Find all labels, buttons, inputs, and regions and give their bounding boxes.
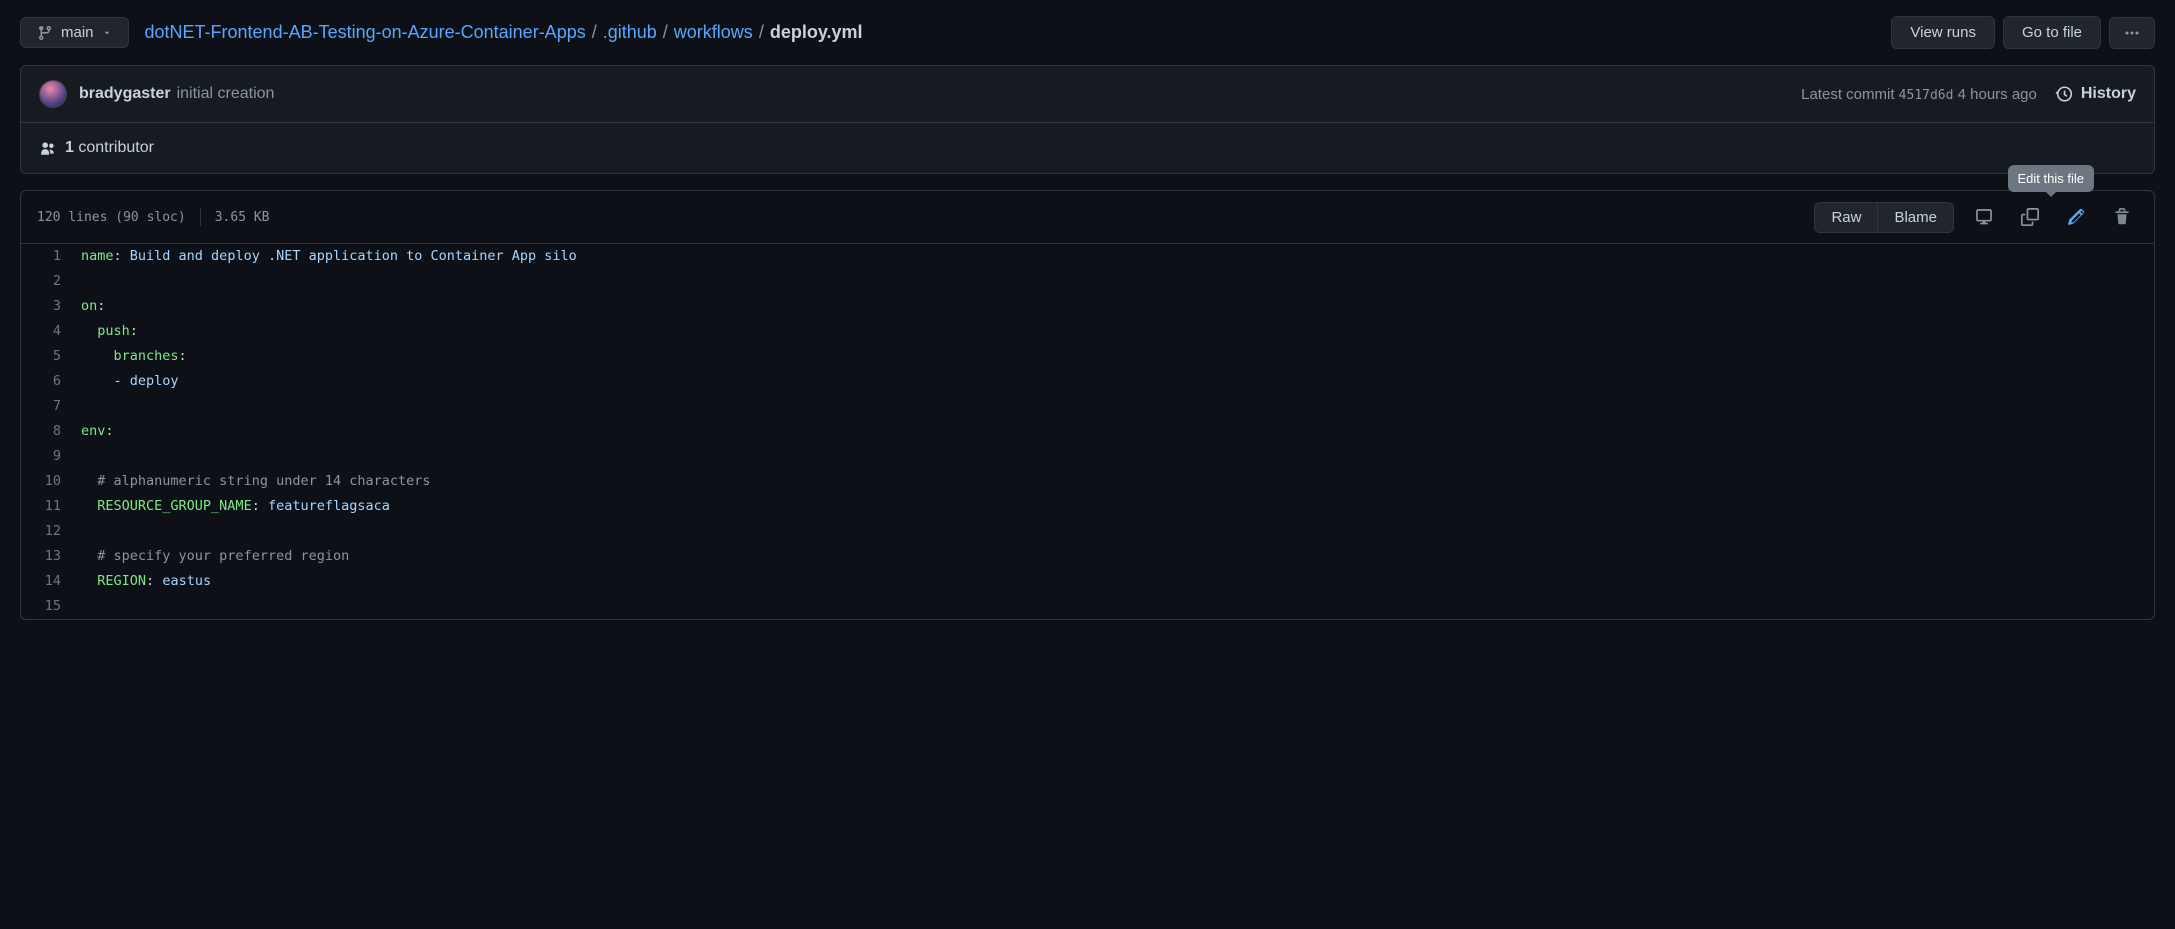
line-content[interactable]: push: xyxy=(81,319,138,344)
file-header-row: main dotNET-Frontend-AB-Testing-on-Azure… xyxy=(20,0,2155,65)
edit-button[interactable] xyxy=(2060,201,2092,233)
edit-tooltip: Edit this file xyxy=(2008,165,2094,192)
code-line: 7 xyxy=(21,394,2154,419)
file-box: 120 lines (90 sloc) 3.65 KB Raw Blame Ed… xyxy=(20,190,2155,620)
divider xyxy=(200,208,201,226)
commit-header: bradygaster initial creation Latest comm… xyxy=(21,66,2154,123)
breadcrumb-path1[interactable]: .github xyxy=(603,22,657,43)
more-options-button[interactable] xyxy=(2109,17,2155,49)
breadcrumb-sep: / xyxy=(663,22,668,43)
breadcrumb-repo[interactable]: dotNET-Frontend-AB-Testing-on-Azure-Cont… xyxy=(145,22,586,43)
history-label: History xyxy=(2081,85,2136,103)
code-line: 12 xyxy=(21,519,2154,544)
line-number[interactable]: 5 xyxy=(21,344,81,369)
breadcrumb-sep: / xyxy=(759,22,764,43)
code-line: 5 branches: xyxy=(21,344,2154,369)
code-line: 15 xyxy=(21,594,2154,619)
caret-down-icon xyxy=(102,28,112,38)
file-toolbar: 120 lines (90 sloc) 3.65 KB Raw Blame Ed… xyxy=(21,191,2154,244)
history-link[interactable]: History xyxy=(2055,85,2136,103)
line-number[interactable]: 9 xyxy=(21,444,81,469)
history-icon xyxy=(2055,85,2073,103)
kebab-icon xyxy=(2124,25,2140,41)
code-line: 2 xyxy=(21,269,2154,294)
copy-button[interactable] xyxy=(2014,201,2046,233)
raw-blame-group: Raw Blame xyxy=(1814,202,1954,233)
commit-time: 4 hours ago xyxy=(1958,86,2037,103)
trash-icon xyxy=(2113,208,2131,226)
branch-icon xyxy=(37,25,53,41)
code-line: 6 - deploy xyxy=(21,369,2154,394)
line-number[interactable]: 4 xyxy=(21,319,81,344)
branch-selector[interactable]: main xyxy=(20,17,129,48)
line-number[interactable]: 13 xyxy=(21,544,81,569)
contributors-row: 1 contributor xyxy=(21,123,2154,173)
line-number[interactable]: 10 xyxy=(21,469,81,494)
line-content[interactable]: env: xyxy=(81,419,114,444)
commit-box: bradygaster initial creation Latest comm… xyxy=(20,65,2155,174)
contributor-label: contributor xyxy=(78,139,154,156)
raw-button[interactable]: Raw xyxy=(1815,203,1878,232)
line-content[interactable]: branches: xyxy=(81,344,187,369)
line-number[interactable]: 6 xyxy=(21,369,81,394)
code-line: 14 REGION: eastus xyxy=(21,569,2154,594)
go-to-file-button[interactable]: Go to file xyxy=(2003,16,2101,49)
line-content[interactable]: RESOURCE_GROUP_NAME: featureflagsaca xyxy=(81,494,390,519)
code-line: 8env: xyxy=(21,419,2154,444)
line-number[interactable]: 12 xyxy=(21,519,81,544)
line-content[interactable]: name: Build and deploy .NET application … xyxy=(81,244,577,269)
commit-author[interactable]: bradygaster xyxy=(79,85,171,103)
code-line: 10 # alphanumeric string under 14 charac… xyxy=(21,469,2154,494)
line-number[interactable]: 15 xyxy=(21,594,81,619)
commit-meta: Latest commit 4517d6d 4 hours ago xyxy=(1801,86,2037,103)
desktop-button[interactable] xyxy=(1968,201,2000,233)
breadcrumb-current: deploy.yml xyxy=(770,22,863,43)
blame-button[interactable]: Blame xyxy=(1878,203,1953,232)
line-content[interactable]: on: xyxy=(81,294,105,319)
breadcrumb-sep: / xyxy=(592,22,597,43)
line-number[interactable]: 1 xyxy=(21,244,81,269)
file-info: 120 lines (90 sloc) 3.65 KB xyxy=(37,208,270,226)
desktop-icon xyxy=(1975,208,1993,226)
line-number[interactable]: 8 xyxy=(21,419,81,444)
line-content[interactable]: - deploy xyxy=(81,369,179,394)
pencil-icon xyxy=(2067,208,2085,226)
breadcrumb-path2[interactable]: workflows xyxy=(674,22,753,43)
code-line: 11 RESOURCE_GROUP_NAME: featureflagsaca xyxy=(21,494,2154,519)
commit-message[interactable]: initial creation xyxy=(177,85,275,103)
branch-name: main xyxy=(61,24,94,41)
people-icon xyxy=(39,139,57,157)
code-line: 4 push: xyxy=(21,319,2154,344)
line-content[interactable]: # alphanumeric string under 14 character… xyxy=(81,469,431,494)
commit-hash[interactable]: 4517d6d xyxy=(1899,88,1954,103)
line-content[interactable]: REGION: eastus xyxy=(81,569,211,594)
latest-commit-label: Latest commit xyxy=(1801,86,1894,103)
code-line: 3on: xyxy=(21,294,2154,319)
code-line: 9 xyxy=(21,444,2154,469)
copy-icon xyxy=(2021,208,2039,226)
code-line: 13 # specify your preferred region xyxy=(21,544,2154,569)
line-number[interactable]: 7 xyxy=(21,394,81,419)
line-number[interactable]: 3 xyxy=(21,294,81,319)
contributor-count: 1 xyxy=(65,139,74,156)
breadcrumb: dotNET-Frontend-AB-Testing-on-Azure-Cont… xyxy=(145,22,863,43)
code-area[interactable]: 1name: Build and deploy .NET application… xyxy=(21,244,2154,619)
file-lines: 120 lines (90 sloc) xyxy=(37,210,186,225)
view-runs-button[interactable]: View runs xyxy=(1891,16,1995,49)
delete-button[interactable] xyxy=(2106,201,2138,233)
line-content[interactable]: # specify your preferred region xyxy=(81,544,349,569)
line-number[interactable]: 2 xyxy=(21,269,81,294)
code-line: 1name: Build and deploy .NET application… xyxy=(21,244,2154,269)
line-number[interactable]: 11 xyxy=(21,494,81,519)
file-size: 3.65 KB xyxy=(215,210,270,225)
avatar[interactable] xyxy=(39,80,67,108)
line-number[interactable]: 14 xyxy=(21,569,81,594)
